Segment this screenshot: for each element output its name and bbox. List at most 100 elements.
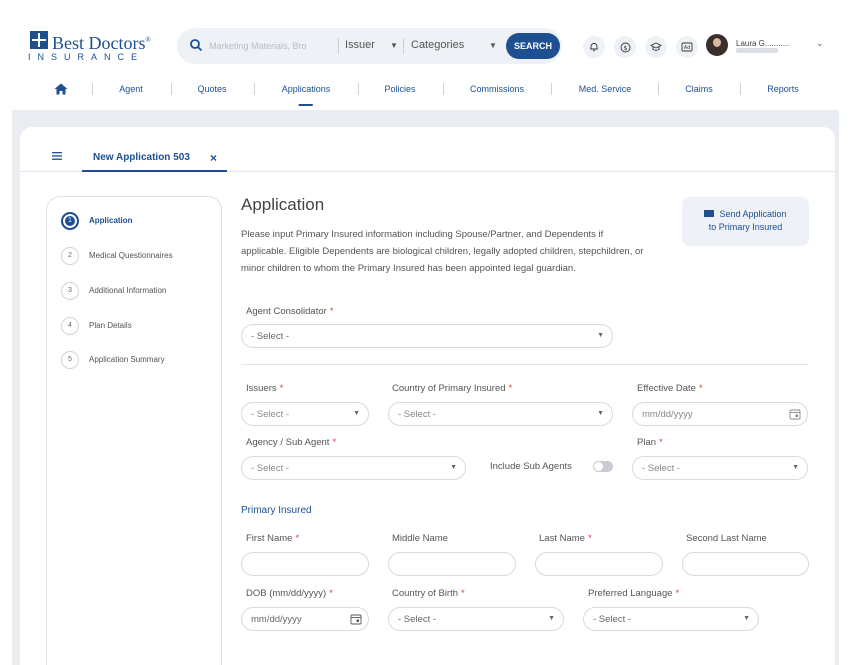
include-sub-agents-toggle[interactable] — [593, 461, 613, 472]
nav-separator — [254, 83, 255, 95]
page-title: Application — [241, 195, 325, 214]
tab-bar: New Application 503 × — [20, 127, 835, 172]
nav-applications[interactable]: Applications — [282, 84, 331, 94]
main-nav: Agent Quotes Applications Policies Commi… — [0, 78, 851, 102]
step-number: 3 — [61, 282, 79, 300]
graduation-cap-icon[interactable] — [645, 36, 667, 58]
plan-label: Plan * — [637, 437, 663, 448]
nav-policies[interactable]: Policies — [384, 84, 415, 94]
nav-separator — [740, 83, 741, 95]
step-number: 4 — [61, 317, 79, 335]
country-primary-select[interactable]: - Select - ▼ — [388, 402, 613, 426]
nav-separator — [92, 83, 93, 95]
chevron-down-icon: ▼ — [743, 615, 750, 622]
middle-name-input[interactable] — [388, 552, 516, 576]
nav-quotes[interactable]: Quotes — [197, 84, 226, 94]
nav-claims[interactable]: Claims — [685, 84, 713, 94]
nav-separator — [443, 83, 444, 95]
middle-name-label: Middle Name — [392, 533, 448, 544]
nav-reports[interactable]: Reports — [767, 84, 799, 94]
country-birth-label: Country of Birth * — [392, 588, 465, 599]
calendar-icon[interactable] — [350, 613, 362, 625]
search-button[interactable]: SEARCH — [506, 33, 560, 59]
home-icon[interactable] — [54, 83, 68, 95]
search-bar: Issuer ▼ Categories ▼ SEARCH — [177, 28, 562, 64]
preferred-language-select[interactable]: - Select - ▼ — [583, 607, 759, 631]
chevron-down-icon[interactable]: ⌄ — [816, 38, 824, 49]
plan-select[interactable]: - Select - ▼ — [632, 456, 808, 480]
dob-input[interactable]: mm/dd/yyyy — [241, 607, 369, 631]
send-label-line1: Send Application — [719, 209, 787, 219]
divider — [241, 364, 808, 365]
send-application-button[interactable]: Send Application to Primary Insured — [682, 197, 809, 246]
effective-date-label: Effective Date * — [637, 383, 703, 394]
country-birth-select[interactable]: - Select - ▼ — [388, 607, 564, 631]
step-application-summary[interactable]: 5 Application Summary — [61, 351, 211, 369]
include-sub-agents-label: Include Sub Agents — [490, 461, 572, 472]
categories-select[interactable]: Categories — [411, 39, 464, 51]
first-name-input[interactable] — [241, 552, 369, 576]
preferred-language-label: Preferred Language * — [588, 588, 680, 599]
mail-icon — [704, 210, 715, 218]
search-separator — [338, 38, 339, 54]
section-title-primary-insured: Primary Insured — [241, 505, 312, 516]
step-label: Additional Information — [89, 286, 167, 295]
step-number: 5 — [61, 351, 79, 369]
step-label: Plan Details — [89, 321, 132, 330]
step-medical-questionnaires[interactable]: 2 Medical Questionnaires — [61, 247, 211, 265]
chevron-down-icon: ▼ — [548, 615, 555, 622]
brand-logo[interactable]: Best Doctors® INSURANCE — [28, 30, 158, 64]
chevron-down-icon: ▼ — [792, 464, 799, 471]
search-input[interactable] — [209, 36, 307, 56]
chevron-down-icon[interactable]: ▼ — [489, 41, 497, 50]
step-plan-details[interactable]: 4 Plan Details — [61, 317, 211, 335]
agency-select[interactable]: - Select - ▼ — [241, 456, 466, 480]
nav-med-service[interactable]: Med. Service — [579, 84, 632, 94]
last-name-input[interactable] — [535, 552, 663, 576]
effective-date-input[interactable]: mm/dd/yyyy — [632, 402, 808, 426]
agent-consolidator-label: Agent Consolidator * — [246, 306, 334, 317]
user-name[interactable]: Laura G........... — [736, 39, 789, 48]
search-separator — [403, 38, 404, 54]
nav-separator — [171, 83, 172, 95]
nav-commissions[interactable]: Commissions — [470, 84, 524, 94]
agent-consolidator-select[interactable]: - Select - ▼ — [241, 324, 613, 348]
chevron-down-icon: ▼ — [353, 410, 360, 417]
chevron-down-icon: ▼ — [597, 332, 604, 339]
ad-icon[interactable]: Ad — [676, 36, 698, 58]
dollar-icon[interactable]: $ — [614, 36, 636, 58]
form-description: Please input Primary Insured information… — [241, 229, 644, 274]
issuer-select[interactable]: Issuer — [345, 39, 375, 51]
search-icon — [190, 39, 203, 52]
step-number: 1 — [61, 212, 79, 230]
issuers-select[interactable]: - Select - ▼ — [241, 402, 369, 426]
last-name-label: Last Name * — [539, 533, 592, 544]
step-additional-information[interactable]: 3 Additional Information — [61, 282, 211, 300]
step-label: Application Summary — [89, 355, 165, 364]
chevron-down-icon[interactable]: ▼ — [390, 41, 398, 50]
tab-new-application[interactable]: New Application 503 × — [82, 140, 227, 172]
step-application[interactable]: 1 Application — [61, 212, 211, 230]
avatar[interactable] — [706, 34, 728, 56]
steps-sidebar: 1 Application 2 Medical Questionnaires 3… — [46, 196, 222, 665]
menu-icon[interactable] — [52, 152, 62, 160]
calendar-icon[interactable] — [789, 408, 801, 420]
dob-label: DOB (mm/dd/yyyy) * — [246, 588, 333, 599]
step-label: Application — [89, 216, 133, 225]
bell-icon[interactable] — [583, 36, 605, 58]
nav-separator — [658, 83, 659, 95]
header: Best Doctors® INSURANCE Issuer ▼ Categor… — [0, 0, 851, 108]
brand-sub: INSURANCE — [28, 52, 145, 62]
svg-text:$: $ — [623, 43, 627, 51]
nav-agent[interactable]: Agent — [119, 84, 143, 94]
step-number: 2 — [61, 247, 79, 265]
close-icon[interactable]: × — [210, 151, 217, 165]
country-primary-label: Country of Primary Insured * — [392, 383, 513, 394]
second-last-name-input[interactable] — [682, 552, 809, 576]
issuers-label: Issuers * — [246, 383, 284, 394]
send-label-line2: to Primary Insured — [708, 222, 783, 232]
tab-title: New Application 503 — [93, 152, 190, 163]
logo-cross-icon — [30, 31, 48, 49]
chevron-down-icon: ▼ — [597, 410, 604, 417]
step-label: Medical Questionnaires — [89, 251, 173, 260]
